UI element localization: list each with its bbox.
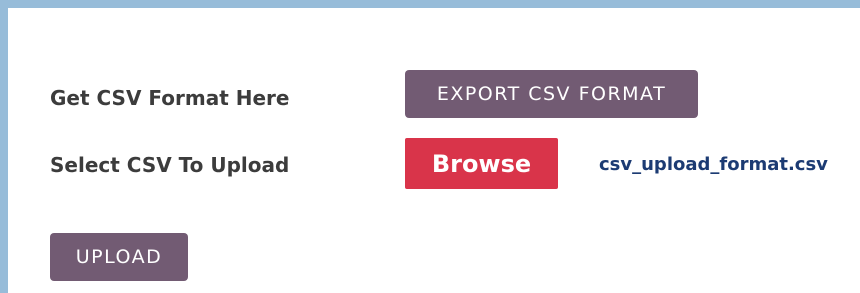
- get-csv-format-label: Get CSV Format Here: [50, 86, 290, 110]
- selected-file-name: csv_upload_format.csv: [599, 154, 828, 175]
- export-csv-format-button[interactable]: EXPORT CSV FORMAT: [405, 70, 698, 118]
- select-csv-label: Select CSV To Upload: [50, 153, 290, 177]
- csv-upload-panel: Get CSV Format Here EXPORT CSV FORMAT Se…: [0, 0, 860, 293]
- browse-button[interactable]: Browse: [405, 138, 558, 189]
- upload-button[interactable]: UPLOAD: [50, 233, 188, 281]
